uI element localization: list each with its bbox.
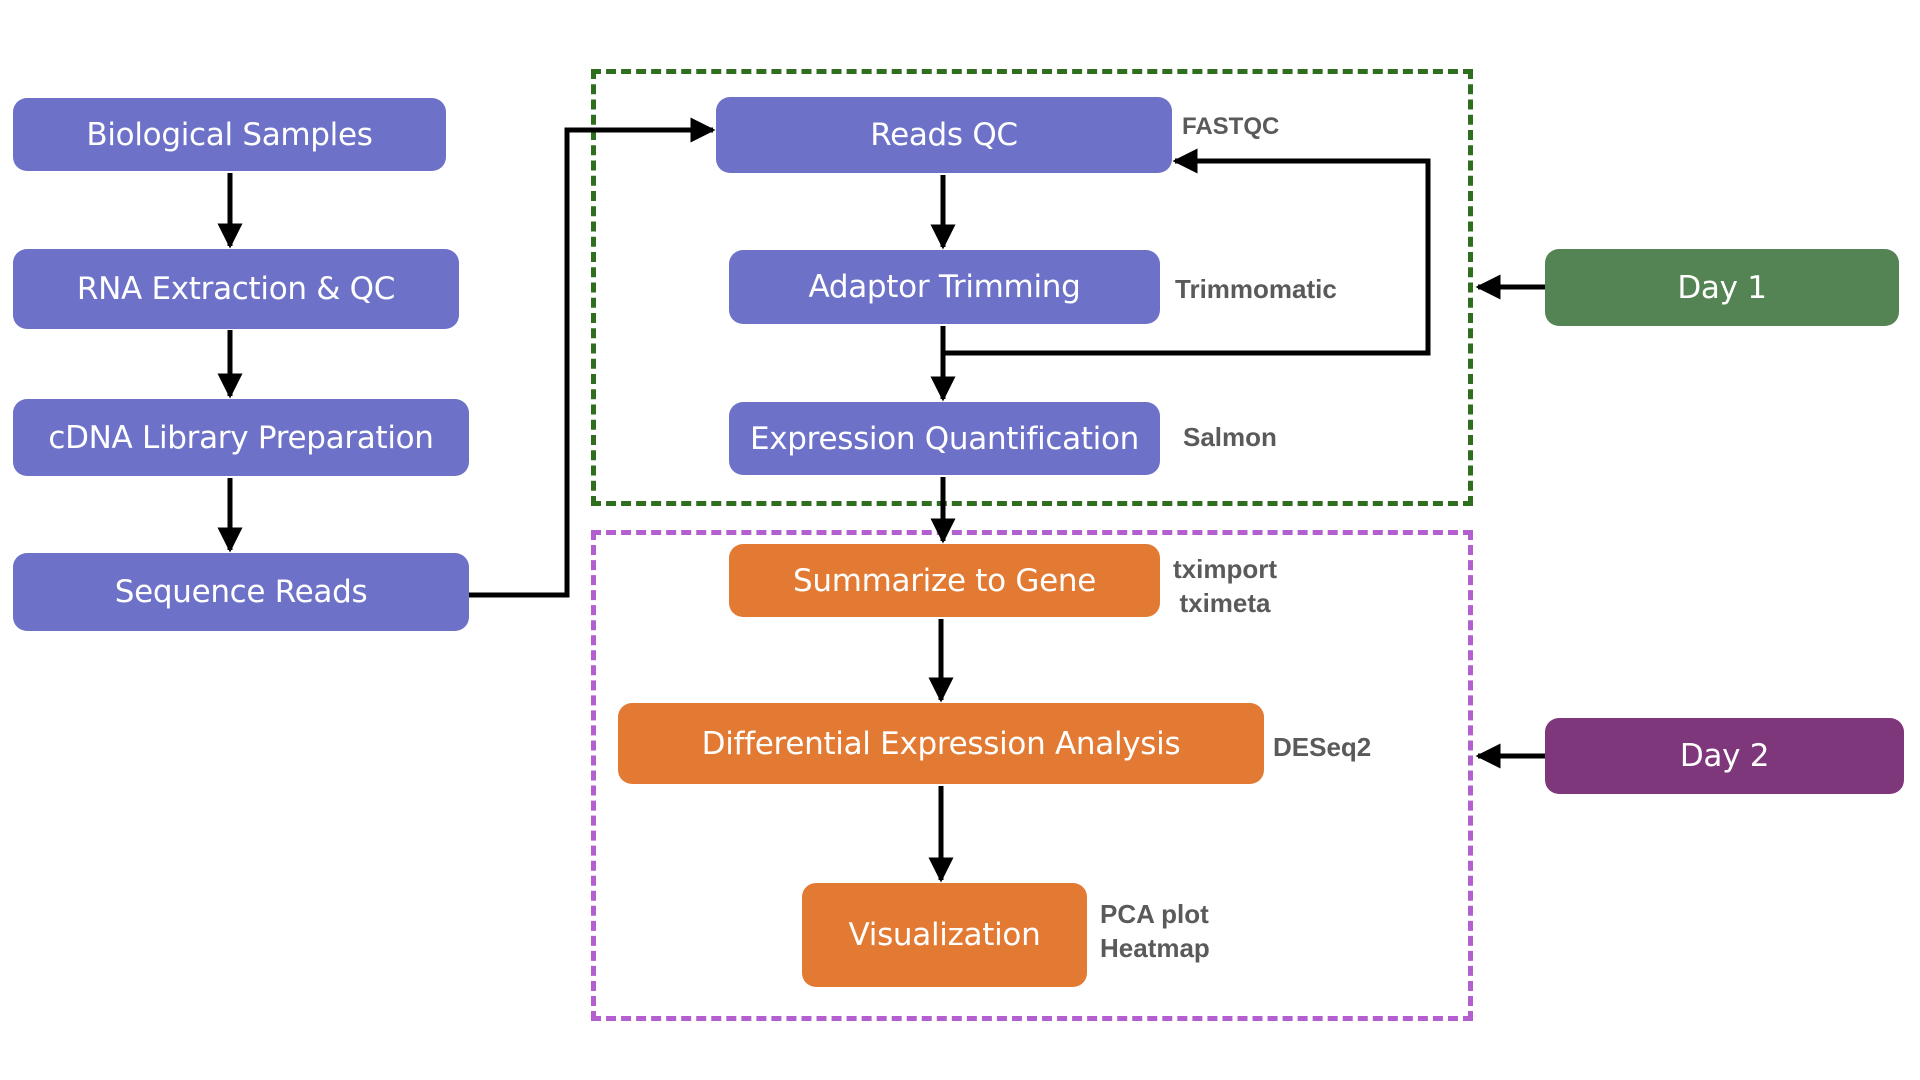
- node-label: cDNA Library Preparation: [48, 419, 434, 456]
- node-label: Biological Samples: [86, 116, 373, 153]
- arrow-seq-readsqc: [469, 117, 716, 598]
- node-reads-qc: Reads QC: [716, 97, 1172, 173]
- tool-salmon: Salmon: [1183, 422, 1277, 452]
- day1-label-text: Day 1: [1677, 269, 1767, 306]
- node-label: Summarize to Gene: [793, 562, 1096, 599]
- node-label: Differential Expression Analysis: [701, 725, 1181, 762]
- node-cdna-library: cDNA Library Preparation: [13, 399, 469, 476]
- tool-tximport: tximport: [1173, 554, 1277, 584]
- node-biological-samples: Biological Samples: [13, 98, 446, 171]
- node-expression-quantification: Expression Quantification: [729, 402, 1160, 475]
- node-label: RNA Extraction & QC: [76, 271, 396, 307]
- node-label: Sequence Reads: [114, 574, 368, 610]
- node-label: Expression Quantification: [749, 420, 1140, 457]
- tool-pca-heatmap: PCA plot Heatmap: [1100, 897, 1210, 965]
- tool-tximport-tximeta: tximport tximeta: [1173, 552, 1277, 620]
- tool-pca-plot: PCA plot: [1100, 899, 1209, 929]
- day2-label: Day 2: [1545, 718, 1904, 794]
- node-label: Adaptor Trimming: [808, 269, 1081, 305]
- day1-label: Day 1: [1545, 249, 1899, 326]
- node-adaptor-trimming: Adaptor Trimming: [729, 250, 1160, 324]
- tool-deseq2: DESeq2: [1273, 732, 1372, 762]
- node-label: Reads QC: [870, 117, 1018, 153]
- tool-heatmap: Heatmap: [1100, 933, 1210, 963]
- node-visualization: Visualization: [802, 883, 1087, 987]
- node-rna-extraction: RNA Extraction & QC: [13, 249, 459, 329]
- node-label: Visualization: [848, 917, 1041, 953]
- node-differential-expression: Differential Expression Analysis: [618, 703, 1264, 784]
- day2-label-text: Day 2: [1679, 738, 1770, 774]
- tool-trimmomatic: Trimmomatic: [1175, 274, 1337, 304]
- tool-tximeta: tximeta: [1179, 588, 1271, 618]
- tool-fastqc: FASTQC: [1182, 113, 1280, 140]
- node-sequence-reads: Sequence Reads: [13, 553, 469, 631]
- node-summarize-to-gene: Summarize to Gene: [729, 544, 1160, 617]
